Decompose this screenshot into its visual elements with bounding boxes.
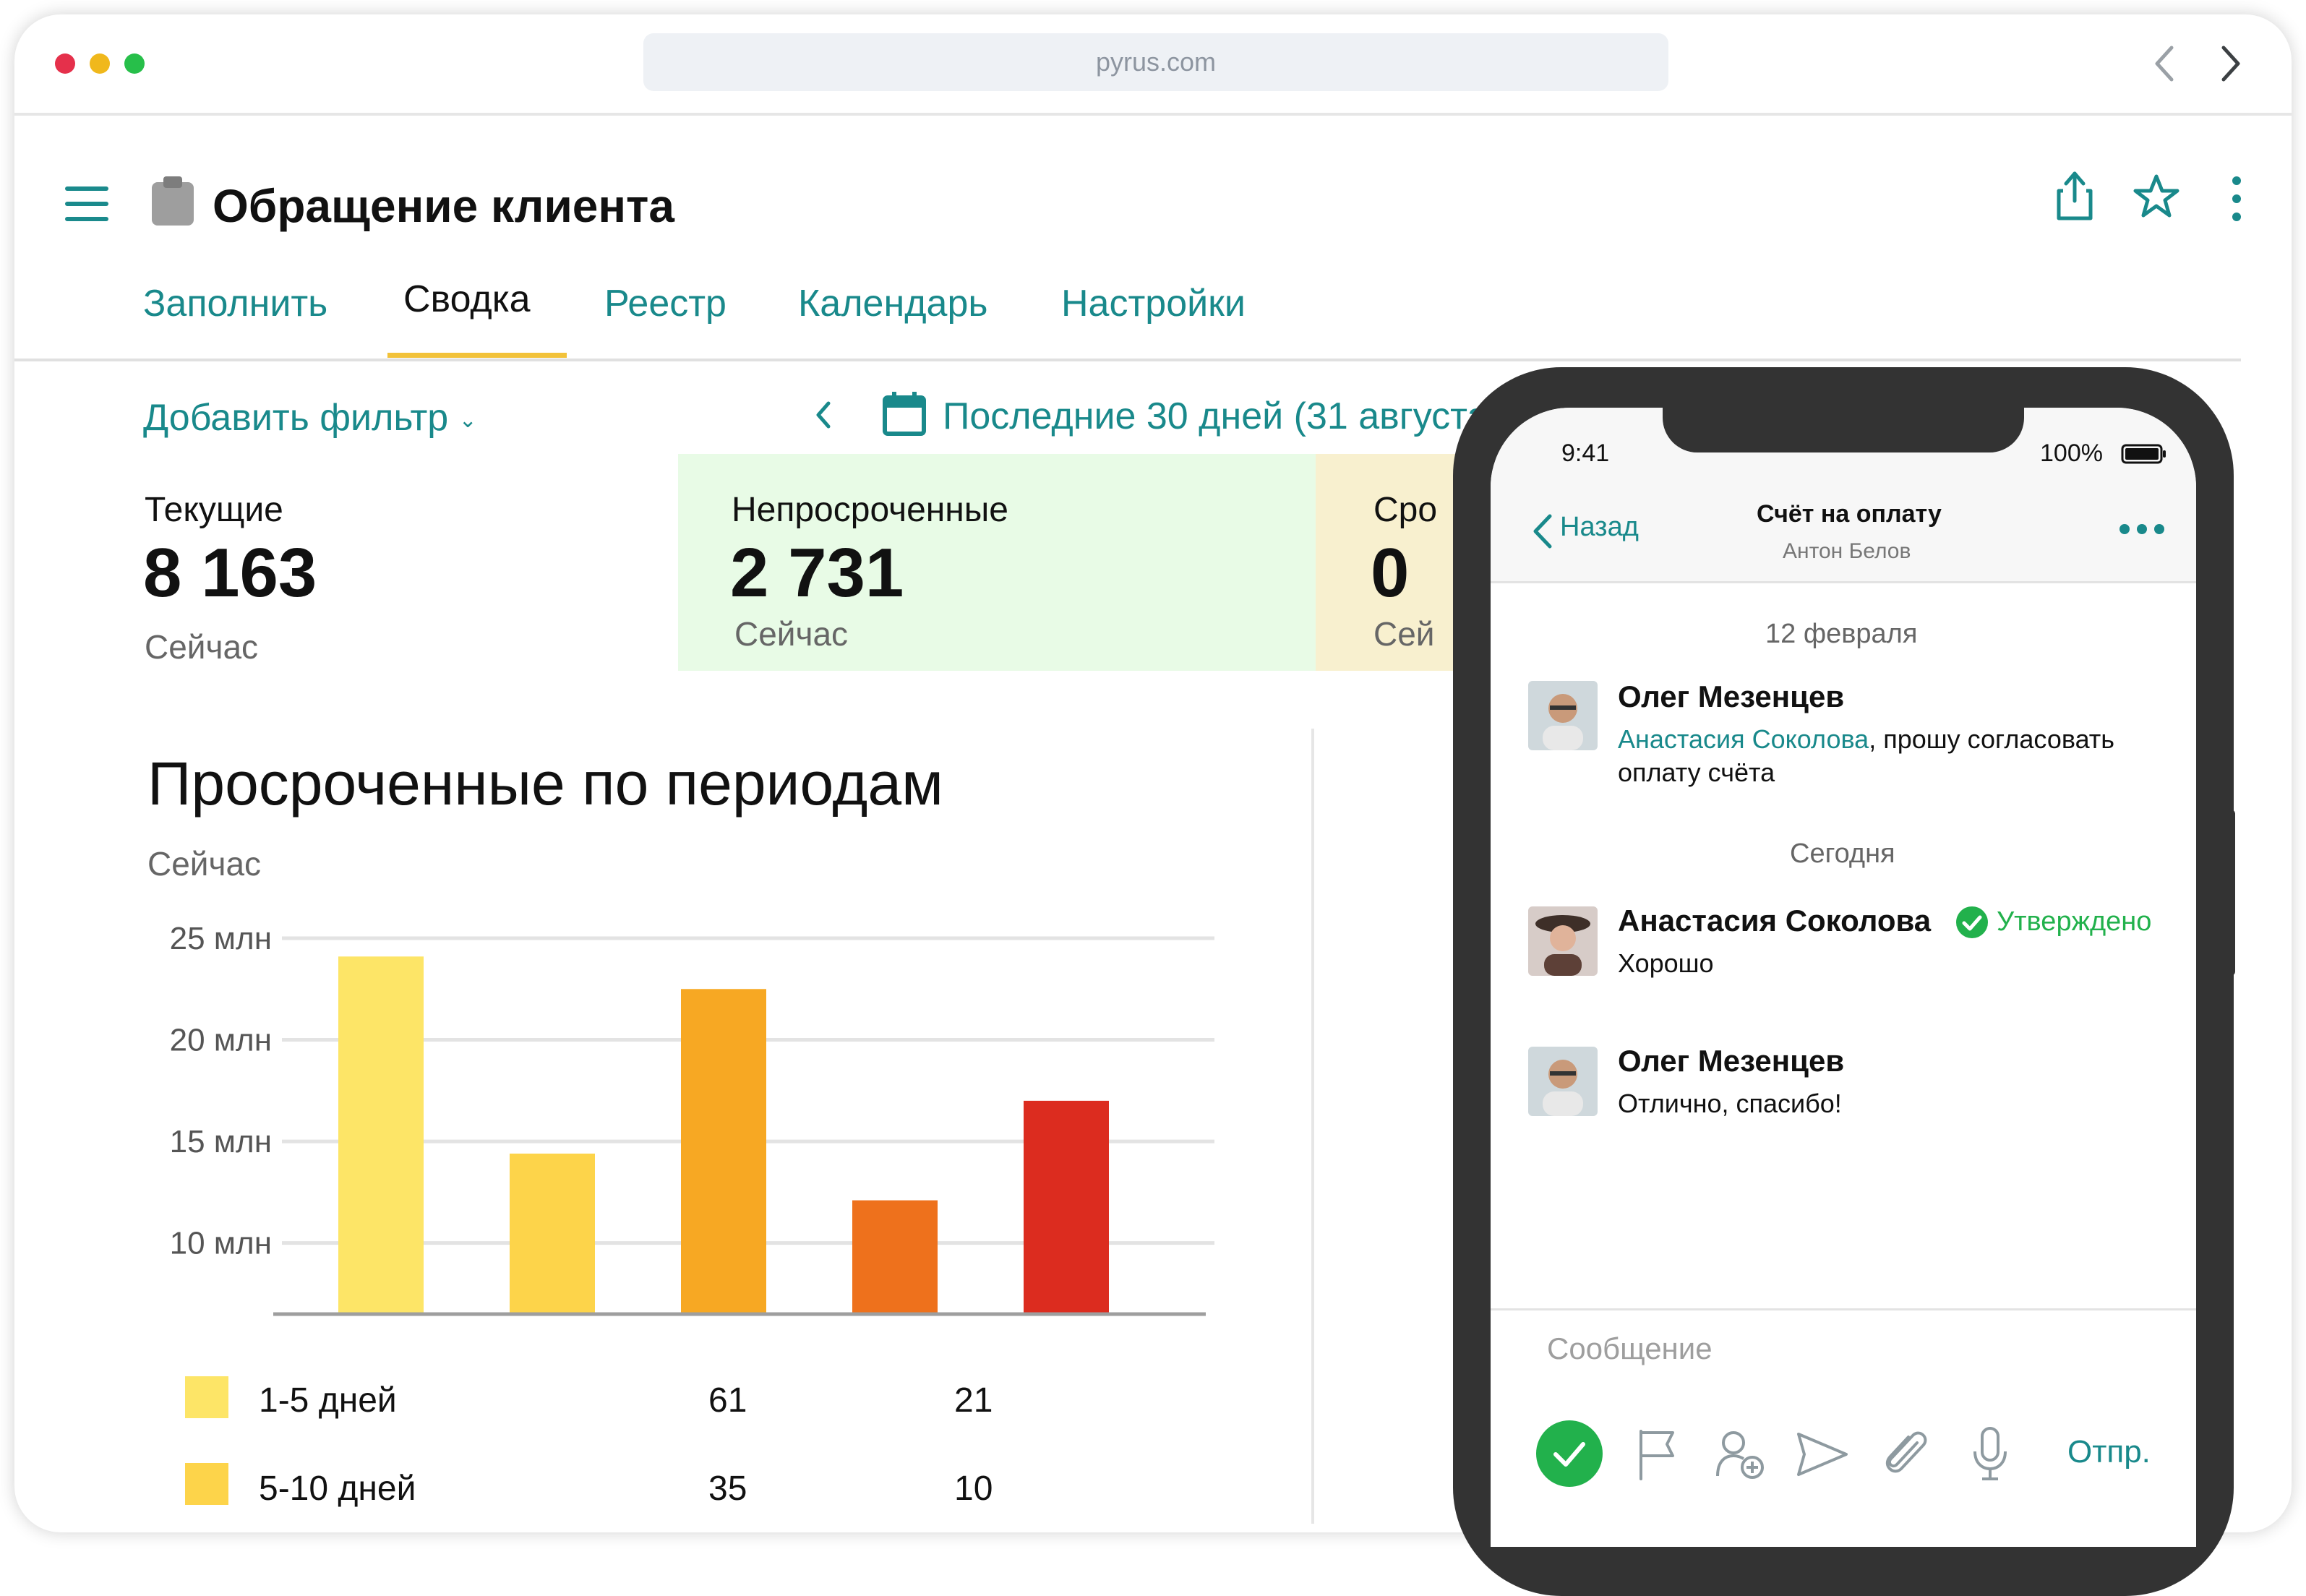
y-tick-label: 20 млн	[170, 1023, 272, 1058]
kpi-not-overdue-value: 2 731	[730, 534, 904, 612]
msg2-text: Хорошо	[1618, 948, 1714, 978]
legend-swatch-5-10	[185, 1463, 228, 1505]
tab-registry[interactable]: Реестр	[604, 282, 726, 325]
approved-check-icon	[1956, 906, 1988, 938]
kpi-deadline-sub: Сей	[1373, 615, 1435, 653]
msg2-status-badge: Утверждено	[1997, 906, 2152, 937]
date-separator-2: Сегодня	[1790, 838, 1895, 869]
legend-swatch-1-5	[185, 1376, 228, 1418]
period-selector[interactable]: Последние 30 дней (31 августа	[943, 395, 1488, 438]
minimize-dot[interactable]	[90, 53, 110, 74]
send-forward-icon[interactable]	[1796, 1431, 1849, 1477]
msg2-author: Анастасия Соколова	[1618, 904, 1932, 938]
status-battery-percent: 100%	[2040, 439, 2103, 467]
forward-arrow-icon[interactable]	[2216, 43, 2245, 84]
active-tab-indicator	[387, 353, 567, 358]
page-title: Обращение клиента	[213, 180, 674, 232]
back-label: Назад	[1560, 512, 1639, 542]
address-bar[interactable]: pyrus.com	[643, 33, 1668, 91]
y-tick-label: 25 млн	[170, 921, 272, 956]
tab-settings[interactable]: Настройки	[1061, 282, 1246, 325]
composer-divider	[1491, 1308, 2196, 1310]
y-tick-label: 15 млн	[170, 1124, 272, 1159]
legend-value-1-5-a: 61	[708, 1381, 747, 1420]
chart-bar[interactable]	[510, 1153, 595, 1314]
add-filter-button[interactable]: Добавить фильтр ⌄	[143, 396, 477, 439]
battery-icon	[2121, 444, 2166, 464]
previous-period-icon[interactable]	[813, 399, 833, 431]
status-time: 9:41	[1561, 439, 1610, 467]
kpi-deadline-value: 0	[1371, 534, 1410, 612]
overdue-bar-chart: 25 млн 20 млн 15 млн 10 млн	[170, 921, 1214, 1316]
chart-bar[interactable]	[1024, 1100, 1109, 1314]
kpi-not-overdue-label: Непросроченные	[732, 491, 1008, 529]
msg1-line2: оплату счёта	[1618, 758, 1775, 787]
phone-notch	[1663, 390, 2024, 452]
column-divider	[1311, 729, 1314, 1524]
tab-calendar[interactable]: Календарь	[798, 282, 987, 325]
browser-chrome: pyrus.com	[14, 14, 2292, 116]
tab-bar: Заполнить Сводка Реестр Календарь Настро…	[14, 260, 2241, 361]
kpi-current-label: Текущие	[145, 491, 283, 529]
clipboard-icon	[152, 176, 194, 226]
kpi-current-value: 8 163	[143, 534, 317, 612]
msg3-text: Отлично, спасибо!	[1618, 1089, 1842, 1118]
kpi-not-overdue-sub: Сейчас	[734, 615, 849, 653]
legend-label-5-10: 5-10 дней	[259, 1470, 416, 1508]
msg1-mention[interactable]: Анастасия Соколова	[1618, 724, 1869, 754]
legend-value-1-5-b: 21	[954, 1381, 993, 1420]
tab-summary[interactable]: Сводка	[403, 278, 531, 321]
msg1-text1: , прошу согласовать	[1869, 724, 2115, 754]
chart-title: Просроченные по периодам	[147, 750, 943, 818]
add-filter-label: Добавить фильтр	[143, 397, 449, 439]
avatar-oleg-2	[1528, 1047, 1598, 1116]
back-arrow-icon[interactable]	[2150, 43, 2179, 84]
more-vertical-icon[interactable]	[2229, 175, 2244, 223]
chat-subtitle: Антон Белов	[1783, 539, 1911, 563]
legend-label-1-5: 1-5 дней	[259, 1381, 397, 1420]
microphone-icon[interactable]	[1971, 1425, 2010, 1483]
chevron-down-icon: ⌄	[458, 408, 477, 432]
send-button[interactable]: Отпр.	[2067, 1434, 2151, 1470]
attachment-icon[interactable]	[1879, 1427, 1930, 1482]
tab-fill[interactable]: Заполнить	[143, 282, 327, 325]
kpi-deadline-label: Сро	[1373, 491, 1438, 529]
y-tick-label: 10 млн	[170, 1226, 272, 1261]
avatar-oleg	[1528, 681, 1598, 750]
calendar-icon[interactable]	[882, 390, 927, 437]
phone-screen	[1491, 408, 2196, 1547]
chart-bar[interactable]	[681, 989, 766, 1314]
approve-button-icon[interactable]	[1535, 1420, 1603, 1488]
kpi-current-sub: Сейчас	[145, 628, 259, 666]
legend-value-5-10-a: 35	[708, 1470, 747, 1508]
star-icon[interactable]	[2133, 173, 2180, 220]
menu-icon[interactable]	[65, 186, 108, 221]
msg1-line1: Анастасия Соколова, прошу согласовать	[1618, 724, 2114, 755]
date-separator-1: 12 февраля	[1765, 619, 1918, 649]
maximize-dot[interactable]	[124, 53, 145, 74]
msg3-author: Олег Мезенцев	[1618, 1044, 1845, 1078]
more-horizontal-icon[interactable]	[2118, 522, 2166, 536]
close-dot[interactable]	[55, 53, 75, 74]
flag-icon[interactable]	[1635, 1428, 1681, 1480]
chart-bar[interactable]	[338, 956, 424, 1314]
chart-subtitle: Сейчас	[147, 845, 262, 883]
chevron-left-icon	[1533, 514, 1552, 549]
share-icon[interactable]	[2053, 168, 2096, 223]
message-input[interactable]: Сообщение	[1547, 1331, 1713, 1366]
chat-title: Счёт на оплату	[1757, 500, 1942, 528]
chart-bar[interactable]	[852, 1200, 938, 1314]
legend-value-5-10-b: 10	[954, 1470, 993, 1508]
add-participant-icon[interactable]	[1713, 1427, 1768, 1482]
avatar-anastasia	[1528, 906, 1598, 976]
msg1-author: Олег Мезенцев	[1618, 679, 1845, 713]
